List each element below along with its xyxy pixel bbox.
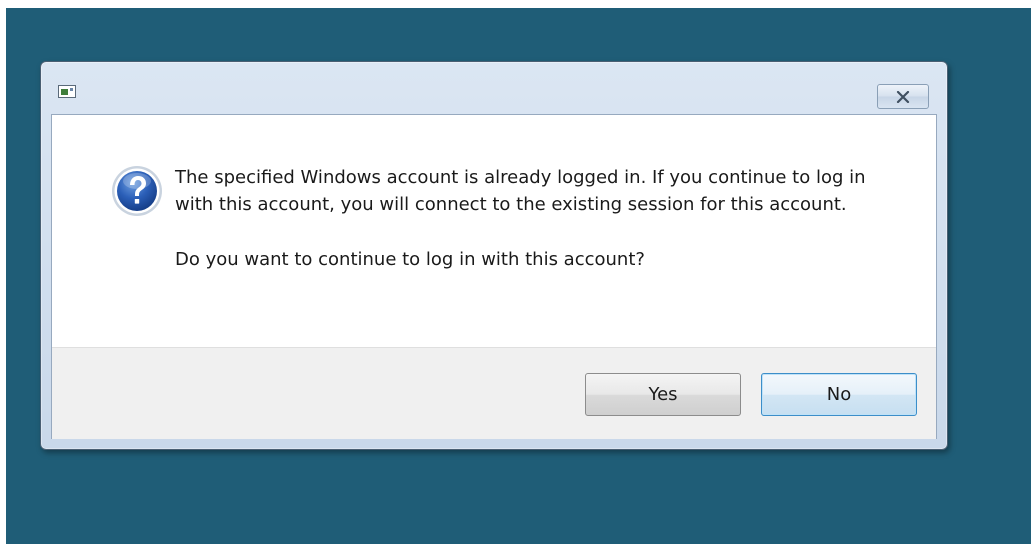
message-dialog: The specified Windows account is already… [40,61,948,450]
close-button[interactable] [877,84,929,109]
yes-button[interactable]: Yes [585,373,741,416]
message-body: The specified Windows account is already… [175,167,866,215]
remote-desktop-app-icon [58,85,76,98]
question-icon [112,166,162,216]
message-text: The specified Windows account is already… [175,164,895,273]
dialog-content: The specified Windows account is already… [52,115,936,347]
dialog-client-area: The specified Windows account is already… [51,114,937,439]
no-button[interactable]: No [761,373,917,416]
close-icon [896,90,910,103]
confirmation-question: Do you want to continue to log in with t… [175,249,645,270]
dialog-button-bar: Yes No [52,347,936,439]
dialog-titlebar[interactable] [41,62,947,114]
